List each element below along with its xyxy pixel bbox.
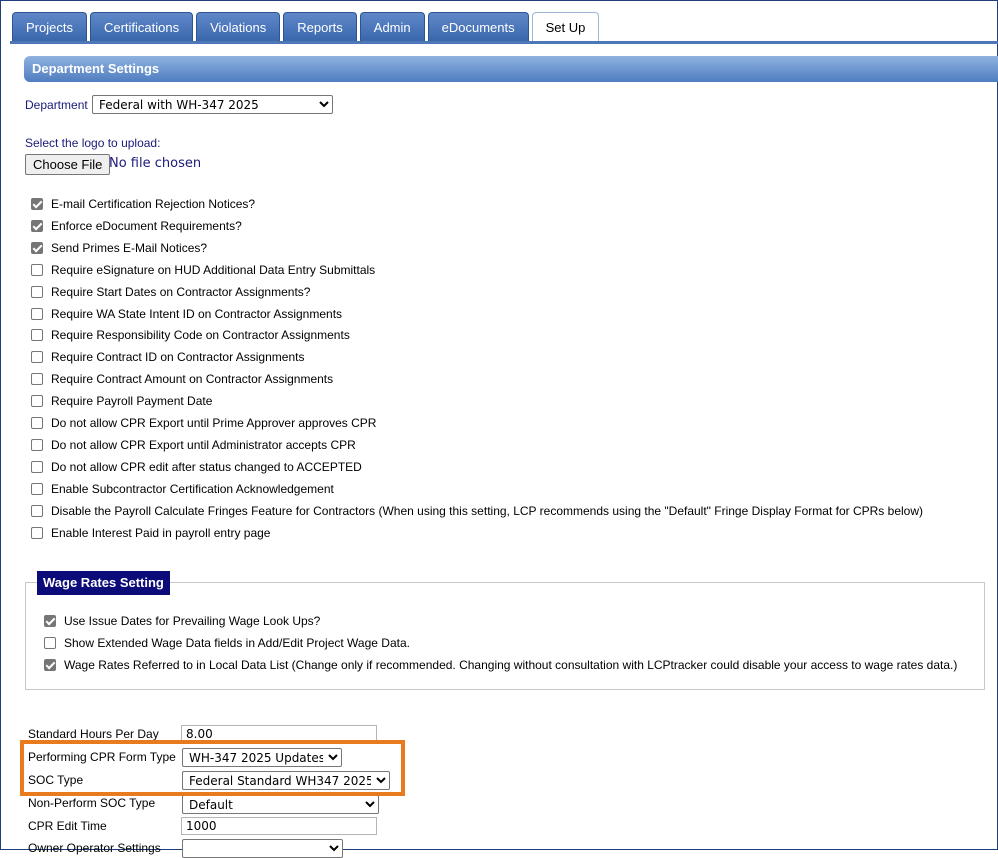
setting-checkbox[interactable] — [31, 241, 43, 254]
setting-row[interactable]: Require Contract Amount on Contractor As… — [31, 369, 333, 389]
setting-label: Require Start Dates on Contractor Assign… — [51, 284, 311, 299]
setting-row[interactable]: Do not allow CPR edit after status chang… — [31, 457, 362, 477]
setting-label: Do not allow CPR edit after status chang… — [51, 459, 362, 474]
non-perform-soc-label: Non-Perform SOC Type — [28, 796, 156, 810]
wage-setting-label: Show Extended Wage Data fields in Add/Ed… — [64, 635, 410, 650]
setting-label: Do not allow CPR Export until Prime Appr… — [51, 416, 377, 430]
setting-label: Require eSignature on HUD Additional Dat… — [51, 262, 376, 277]
setting-checkbox[interactable] — [31, 373, 43, 386]
setting-checkbox[interactable] — [31, 329, 43, 342]
tab-reports[interactable]: Reports — [283, 12, 357, 41]
setting-checkbox[interactable] — [31, 219, 43, 232]
wage-rates-title: Wage Rates Setting — [37, 571, 170, 595]
owner-operator-select[interactable] — [182, 839, 343, 858]
setting-checkbox[interactable] — [31, 460, 43, 473]
setting-label: Require Contract ID on Contractor Assign… — [51, 350, 305, 365]
setting-label: Disable the Payroll Calculate Fringes Fe… — [51, 503, 923, 518]
setting-row[interactable]: Enable Interest Paid in payroll entry pa… — [31, 523, 270, 543]
setting-row[interactable]: Send Primes E-Mail Notices? — [31, 238, 207, 258]
wage-setting-label: Use Issue Dates for Prevailing Wage Look… — [64, 614, 321, 628]
setting-label: Require Responsibility Code on Contracto… — [51, 328, 350, 343]
setting-label: Require Payroll Payment Date — [51, 394, 213, 409]
tab-edocuments[interactable]: eDocuments — [427, 12, 529, 41]
setting-checkbox[interactable] — [31, 307, 43, 320]
setting-label: Enable Subcontractor Certification Ackno… — [51, 481, 334, 496]
setting-checkbox[interactable] — [31, 417, 43, 429]
setting-label: Require WA State Intent ID on Contractor… — [51, 306, 343, 321]
tab-violations[interactable]: Violations — [196, 12, 281, 41]
file-status: No file chosen — [109, 156, 202, 171]
section-header: Department Settings — [24, 56, 998, 82]
setting-label: Do not allow CPR Export until Administra… — [51, 437, 356, 452]
setting-label: Enforce eDocument Requirements? — [51, 218, 242, 233]
setting-row[interactable]: Require Start Dates on Contractor Assign… — [31, 282, 310, 302]
setting-row[interactable]: Require Contract ID on Contractor Assign… — [31, 347, 304, 367]
setting-label: Enable Interest Paid in payroll entry pa… — [51, 525, 271, 540]
non-perform-soc-select[interactable]: Default — [182, 795, 379, 814]
setting-row[interactable]: Disable the Payroll Calculate Fringes Fe… — [31, 501, 923, 521]
setting-label: Require Contract Amount on Contractor As… — [51, 372, 334, 387]
tab-certifications[interactable]: Certifications — [89, 12, 194, 41]
wage-setting-row[interactable]: Use Issue Dates for Prevailing Wage Look… — [44, 611, 320, 631]
setting-checkbox[interactable] — [31, 504, 43, 517]
setting-row[interactable]: Enable Subcontractor Certification Ackno… — [31, 479, 334, 499]
setting-row[interactable]: Require eSignature on HUD Additional Dat… — [31, 260, 375, 280]
standard-hours-label: Standard Hours Per Day — [28, 727, 159, 741]
setting-checkbox[interactable] — [31, 351, 43, 364]
setting-checkbox[interactable] — [31, 482, 43, 495]
setting-row[interactable]: E-mail Certification Rejection Notices? — [31, 194, 255, 214]
choose-file-button[interactable]: Choose File — [25, 154, 111, 175]
tab-set-up[interactable]: Set Up — [531, 12, 600, 42]
setting-label: Send Primes E-Mail Notices? — [51, 240, 208, 255]
setting-row[interactable]: Enforce eDocument Requirements? — [31, 216, 242, 236]
department-select[interactable]: Federal with WH-347 2025 — [92, 95, 333, 114]
cpr-edit-time-label: CPR Edit Time — [28, 819, 107, 833]
logo-upload-label: Select the logo to upload: — [25, 136, 161, 150]
tab-projects[interactable]: Projects — [12, 12, 87, 41]
highlight-box — [20, 740, 405, 796]
setting-checkbox[interactable] — [31, 438, 43, 451]
tab-admin[interactable]: Admin — [359, 12, 425, 41]
setting-checkbox[interactable] — [31, 263, 43, 276]
wage-setting-row[interactable]: Wage Rates Referred to in Local Data Lis… — [44, 655, 957, 675]
setting-label: E-mail Certification Rejection Notices? — [51, 197, 256, 211]
department-label: Department — [25, 98, 88, 112]
owner-operator-label: Owner Operator Settings — [28, 841, 161, 855]
main-tabs: Projects Certifications Violations Repor… — [12, 12, 602, 42]
setting-row[interactable]: Require WA State Intent ID on Contractor… — [31, 304, 342, 324]
setting-checkbox[interactable] — [31, 285, 43, 298]
wage-setting-checkbox[interactable] — [44, 658, 56, 671]
wage-setting-label: Wage Rates Referred to in Local Data Lis… — [64, 657, 958, 672]
cpr-edit-time-input[interactable]: 1000 — [181, 817, 377, 835]
wage-setting-checkbox[interactable] — [44, 636, 56, 649]
tab-divider — [10, 41, 998, 44]
setting-row[interactable]: Require Payroll Payment Date — [31, 391, 212, 411]
setting-row[interactable]: Do not allow CPR Export until Administra… — [31, 435, 356, 455]
setting-checkbox[interactable] — [31, 198, 43, 210]
setting-row[interactable]: Do not allow CPR Export until Prime Appr… — [31, 413, 376, 433]
setting-checkbox[interactable] — [31, 526, 43, 539]
wage-setting-checkbox[interactable] — [44, 615, 56, 627]
wage-setting-row[interactable]: Show Extended Wage Data fields in Add/Ed… — [44, 633, 410, 653]
setting-checkbox[interactable] — [31, 395, 43, 408]
setting-row[interactable]: Require Responsibility Code on Contracto… — [31, 325, 350, 345]
